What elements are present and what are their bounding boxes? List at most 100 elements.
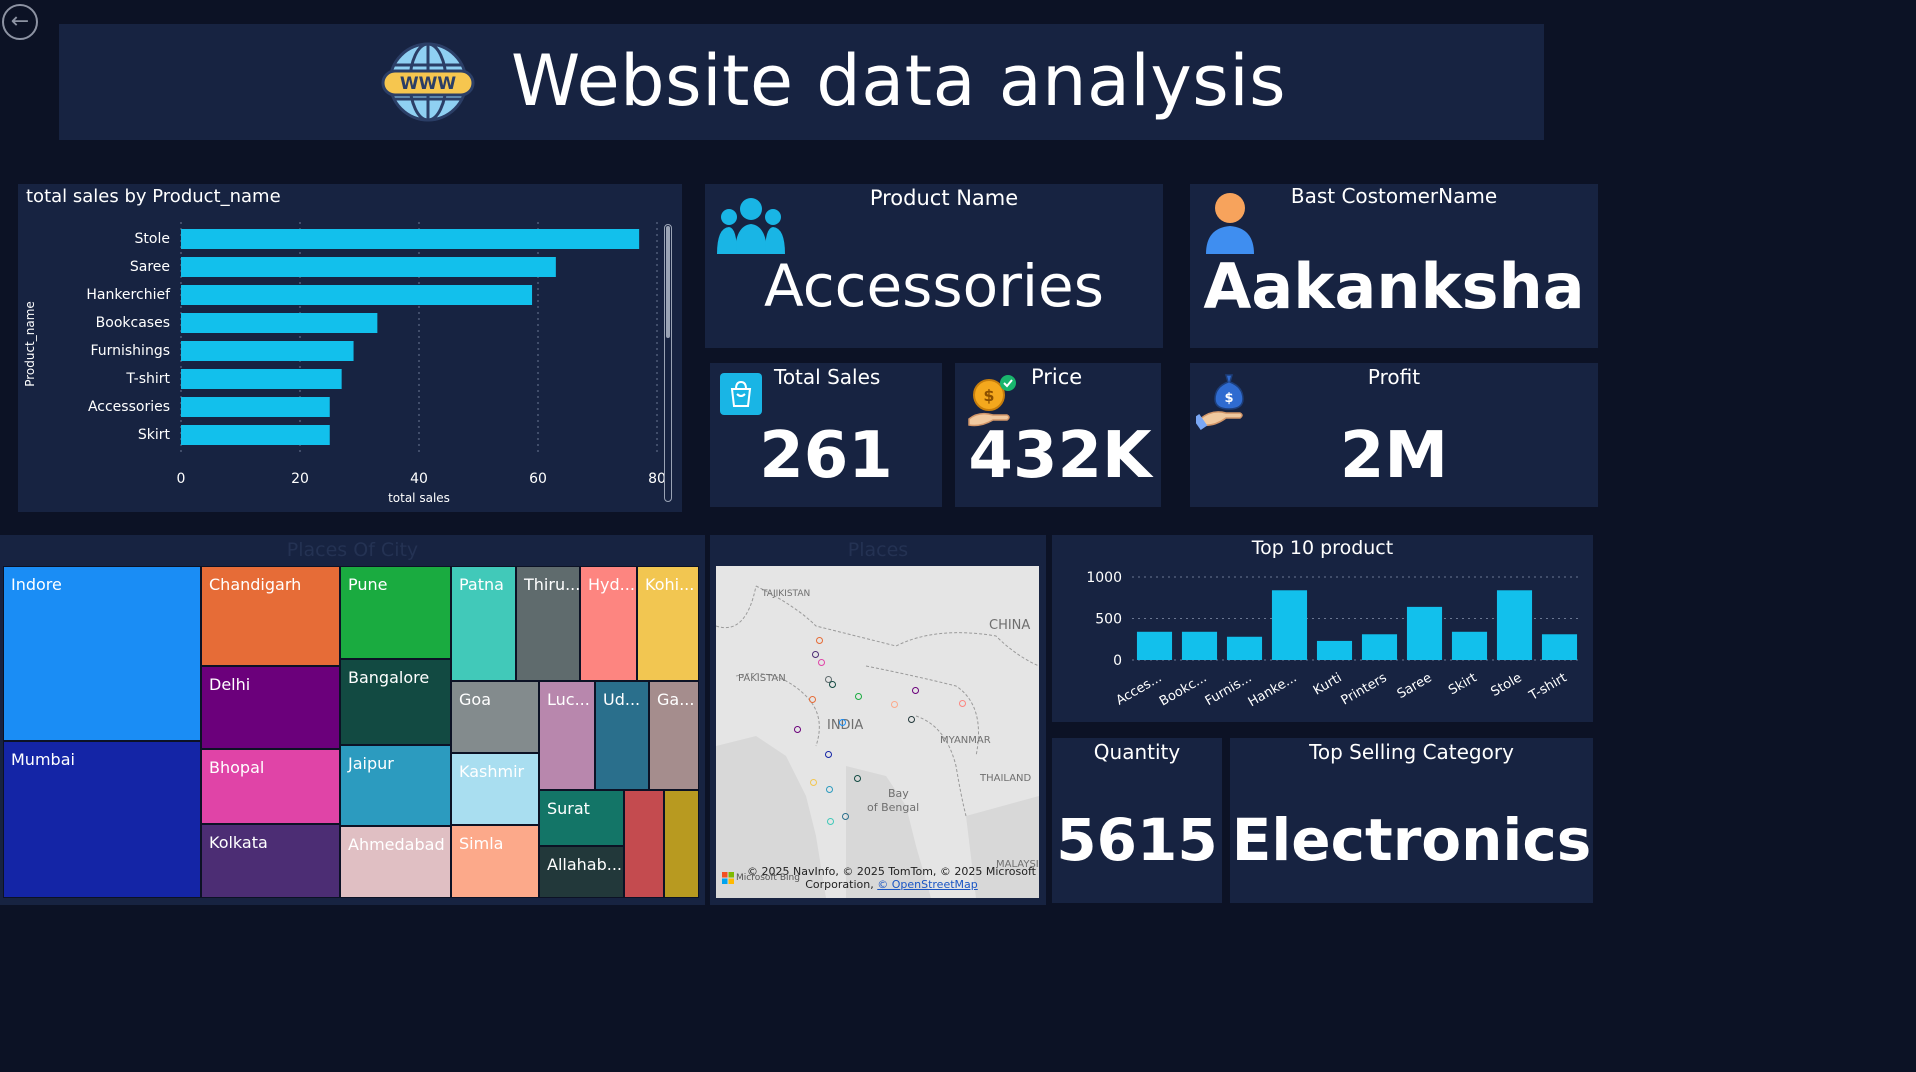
treemap-cell[interactable] (664, 790, 699, 898)
map-marker[interactable] (959, 700, 966, 707)
column[interactable] (1181, 631, 1218, 660)
treemap-cell[interactable]: Delhi (201, 666, 340, 749)
map-label-china: CHINA (989, 618, 1031, 633)
chart-scrollbar[interactable] (664, 224, 672, 502)
treemap-cell[interactable]: Ahmedabad (340, 826, 451, 898)
bar[interactable] (181, 257, 556, 277)
treemap-cell-label: Allahab... (547, 855, 622, 874)
treemap-cell[interactable]: Kolkata (201, 824, 340, 898)
treemap-cell-label: Kohi... (645, 575, 695, 594)
treemap-cell[interactable]: Simla (451, 825, 539, 898)
treemap-cell[interactable]: Patna (451, 566, 516, 681)
column[interactable] (1496, 590, 1533, 660)
x-axis-label: total sales (388, 491, 450, 505)
x-tick-label: Hanke... (1246, 670, 1300, 710)
map-marker[interactable] (816, 637, 823, 644)
y-tick-label: 0 (1113, 653, 1122, 669)
map-marker[interactable] (854, 775, 861, 782)
map-marker[interactable] (825, 751, 832, 758)
x-tick-label: Printers (1339, 670, 1390, 708)
column[interactable] (1541, 634, 1578, 660)
y-tick-label: Skirt (138, 427, 171, 443)
bar[interactable] (181, 397, 330, 417)
treemap-cell[interactable]: Allahab... (539, 846, 624, 898)
price-value: 432K (968, 419, 1152, 493)
openstreetmap-link[interactable]: © OpenStreetMap (877, 878, 978, 891)
top-10-product-chart[interactable]: Top 10 product 0 500 1000 Acces... Bookc... F… (1052, 535, 1593, 722)
treemap-cell-label: Luc... (547, 690, 590, 709)
map-basemap (716, 566, 1039, 898)
column[interactable] (1451, 631, 1488, 660)
treemap-cell[interactable]: Luc... (539, 681, 595, 790)
bar[interactable] (181, 285, 533, 305)
treemap-cell[interactable]: Thiru... (516, 566, 580, 681)
product-name-label: Product Name (869, 186, 1019, 210)
map-credit-line2: Corporation, (805, 878, 878, 891)
map-label-bay: Bay (888, 787, 909, 800)
map-marker[interactable] (809, 696, 816, 703)
column[interactable] (1271, 590, 1308, 660)
map-marker[interactable] (818, 659, 825, 666)
y-tick-label: Bookcases (96, 315, 170, 331)
sales-by-product-chart[interactable]: total sales by Product_name 0 20 40 60 80 Sto… (18, 184, 682, 512)
microsoft-bing-logo: Microsoft Bing (722, 872, 800, 884)
treemap-cell-label: Mumbai (11, 750, 75, 769)
treemap-cell-label: Pune (348, 575, 388, 594)
column[interactable] (1361, 634, 1398, 660)
treemap-cell[interactable]: Hyd... (580, 566, 637, 681)
treemap-cell-label: Patna (459, 575, 504, 594)
treemap-title: Places Of City (286, 539, 419, 561)
treemap-cell[interactable]: Ud... (595, 681, 649, 790)
treemap-cell-label: Jaipur (348, 754, 394, 773)
bar[interactable] (181, 425, 330, 445)
back-arrow-icon[interactable]: ← (2, 4, 38, 40)
scrollbar-thumb[interactable] (666, 226, 670, 338)
map-marker[interactable] (842, 813, 849, 820)
bar[interactable] (181, 229, 640, 249)
map-marker[interactable] (794, 726, 801, 733)
treemap-cell[interactable]: Chandigarh (201, 566, 340, 666)
treemap-cell[interactable]: Goa (451, 681, 539, 753)
treemap-cell[interactable]: Kohi... (637, 566, 699, 681)
column[interactable] (1226, 636, 1263, 660)
map-marker[interactable] (810, 779, 817, 786)
column[interactable] (1316, 640, 1353, 660)
treemap-cell[interactable]: Mumbai (3, 741, 201, 898)
x-tick-label: 0 (177, 471, 186, 487)
quantity-card: Quantity 5615 (1052, 738, 1222, 903)
map-marker[interactable] (812, 651, 819, 658)
treemap-cell[interactable]: Indore (3, 566, 201, 741)
map-marker[interactable] (827, 818, 834, 825)
y-tick-label: Accessories (88, 399, 170, 415)
map-marker[interactable] (891, 701, 898, 708)
map-marker[interactable] (829, 681, 836, 688)
y-tick-label: Saree (130, 259, 170, 275)
treemap-cell-label: Ahmedabad (348, 835, 445, 854)
title-banner: WWW Website data analysis (59, 24, 1544, 140)
map-canvas[interactable]: TAJIKISTAN CHINA PAKISTAN INDIA MYANMAR … (716, 566, 1039, 898)
column[interactable] (1136, 631, 1173, 660)
map-marker[interactable] (855, 693, 862, 700)
treemap-cell[interactable] (624, 790, 664, 898)
x-tick-label: T-shirt (1526, 670, 1569, 704)
bar[interactable] (181, 341, 354, 361)
treemap-cell[interactable]: Pune (340, 566, 451, 659)
map-marker[interactable] (839, 719, 846, 726)
treemap-cell[interactable]: Surat (539, 790, 624, 846)
treemap-cell[interactable]: Kashmir (451, 753, 539, 825)
treemap-cell[interactable]: Jaipur (340, 745, 451, 826)
map-marker[interactable] (908, 716, 915, 723)
bar[interactable] (181, 313, 378, 333)
bar[interactable] (181, 369, 342, 389)
best-customer-value: Aakanksha (1203, 250, 1585, 323)
best-customer-label: Bast CostomerName (1290, 184, 1498, 208)
column[interactable] (1406, 606, 1443, 660)
treemap-cell-label: Goa (459, 690, 491, 709)
treemap-cell[interactable]: Bangalore (340, 659, 451, 745)
x-tick-label: 40 (410, 471, 428, 487)
map-marker[interactable] (826, 786, 833, 793)
treemap-cell[interactable]: Bhopal (201, 749, 340, 824)
y-tick-label: 1000 (1086, 570, 1122, 586)
treemap-cell[interactable]: Ga... (649, 681, 699, 790)
map-marker[interactable] (912, 687, 919, 694)
